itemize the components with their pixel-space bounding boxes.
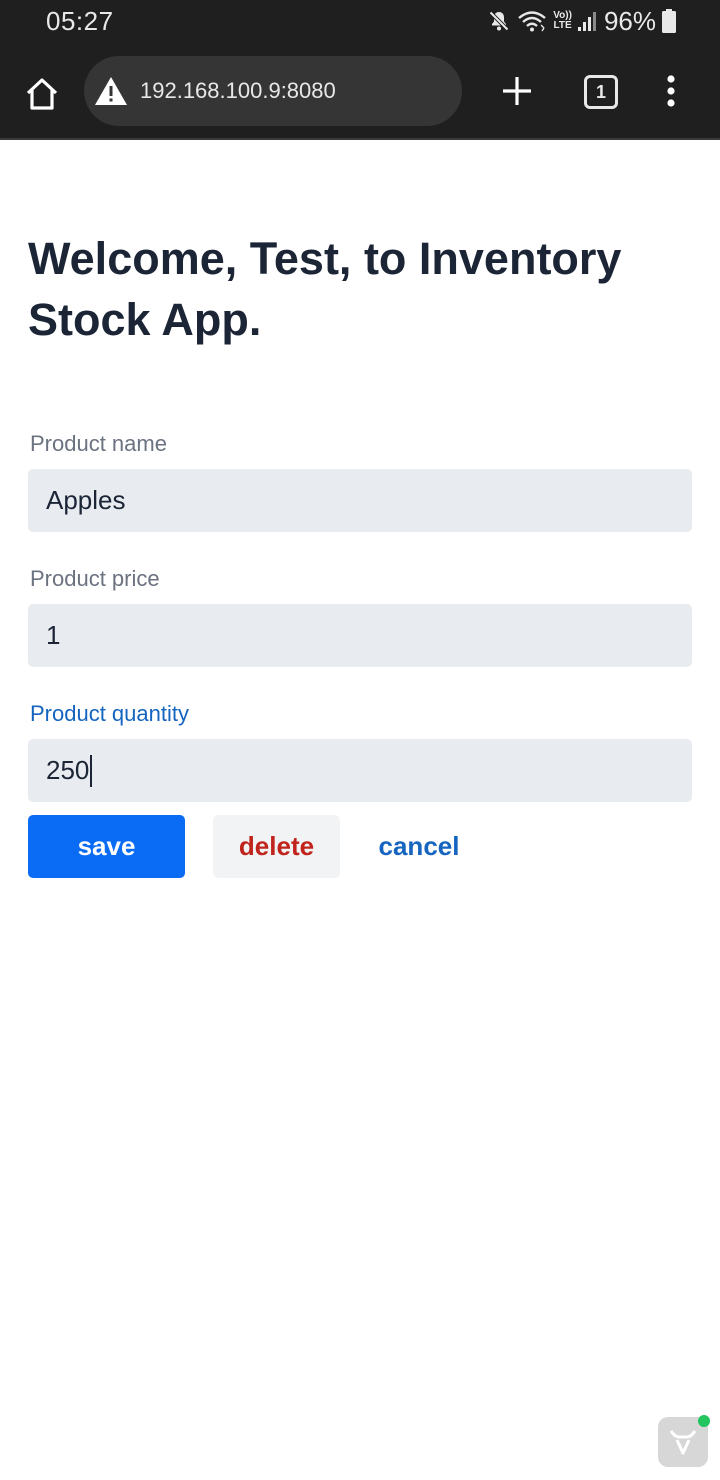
product-price-input[interactable]: 1 — [28, 604, 692, 667]
status-icons: Vo)) LTE 96% — [487, 6, 676, 36]
tab-count: 1 — [595, 81, 606, 102]
badge-status-dot — [698, 1415, 710, 1427]
battery-percent: 96% — [603, 5, 656, 36]
product-price-label: Product price — [30, 566, 160, 591]
home-button[interactable] — [20, 72, 64, 116]
product-name-label: Product name — [30, 431, 167, 456]
volte-bottom-label: LTE — [553, 20, 572, 31]
home-icon — [26, 78, 58, 110]
tabs-button[interactable]: 1 — [584, 75, 618, 109]
url-text[interactable]: 192.168.100.9:8080 — [140, 78, 336, 104]
more-menu-icon — [667, 75, 675, 107]
warning-icon[interactable] — [94, 76, 128, 106]
page-title: Welcome, Test, to Inventory Stock App. — [28, 233, 622, 345]
signal-icon — [577, 10, 598, 32]
wifi-icon — [517, 9, 547, 33]
product-name-value: Apples — [46, 485, 126, 515]
product-quantity-input[interactable]: 250 — [28, 739, 692, 802]
browser-toolbar: 192.168.100.9:8080 1 — [0, 44, 720, 140]
product-quantity-label: Product quantity — [30, 701, 189, 726]
save-button[interactable]: save — [28, 815, 185, 878]
new-tab-button[interactable] — [496, 70, 538, 112]
status-bar: 05:27 Vo)) LTE 96% — [0, 0, 720, 44]
more-menu-button[interactable] — [656, 70, 686, 112]
cancel-button[interactable]: cancel — [356, 815, 482, 878]
product-quantity-value: 250 — [46, 755, 90, 785]
volte-icon: Vo)) LTE — [553, 11, 572, 31]
product-price-value: 1 — [46, 620, 61, 650]
bull-logo-icon — [669, 1430, 697, 1455]
battery-icon — [662, 9, 676, 33]
delete-button[interactable]: delete — [213, 815, 340, 878]
plus-icon — [503, 77, 531, 105]
mute-icon — [487, 9, 511, 33]
status-time: 05:27 — [46, 6, 114, 36]
text-caret — [90, 754, 93, 787]
address-bar[interactable]: 192.168.100.9:8080 — [84, 56, 462, 126]
product-name-input[interactable]: Apples — [28, 469, 692, 532]
